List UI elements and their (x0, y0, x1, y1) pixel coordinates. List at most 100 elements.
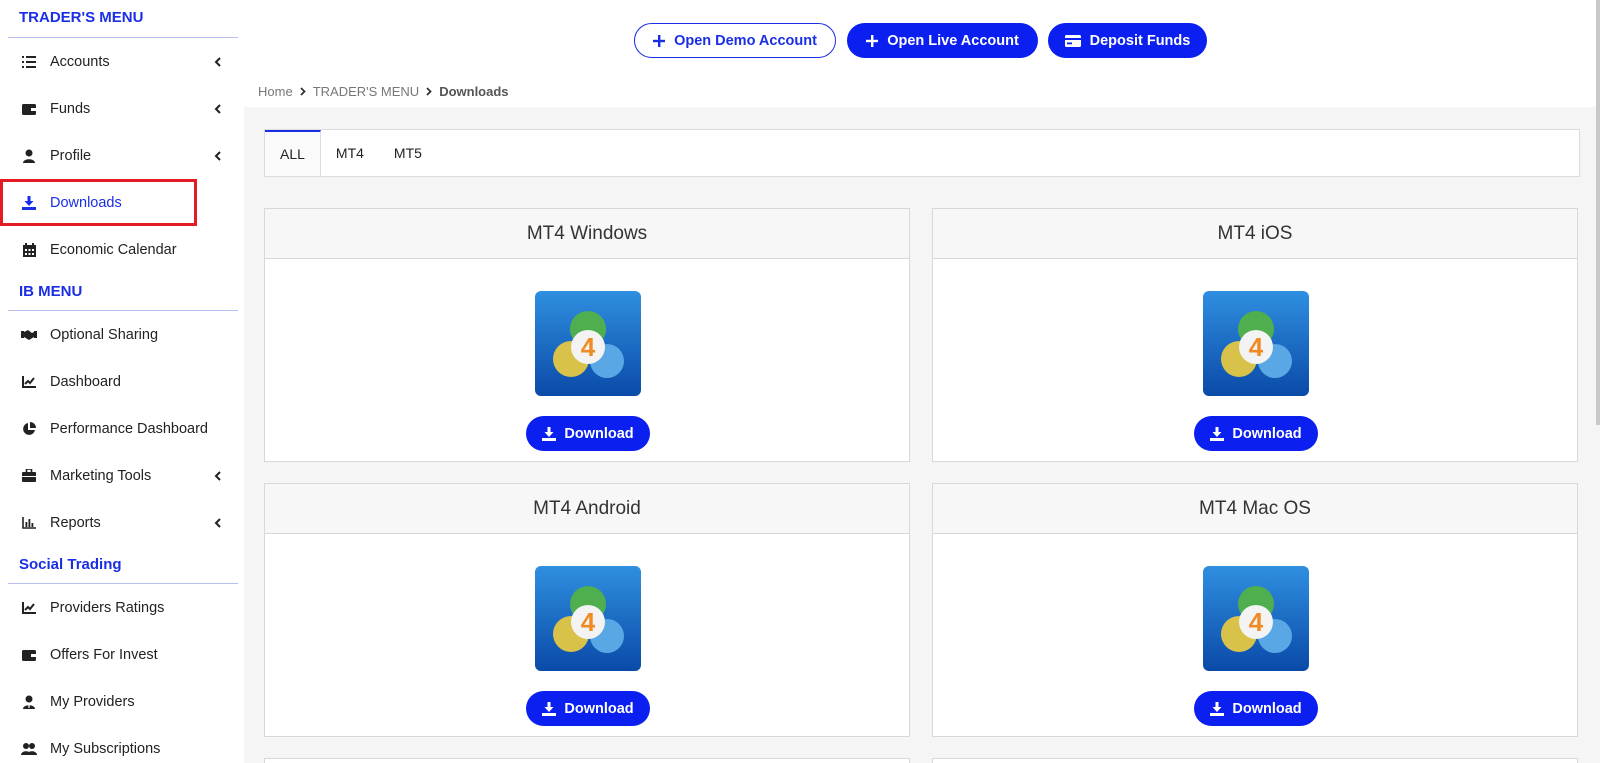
sidebar-item-label: Optional Sharing (50, 326, 159, 343)
platform-tabs: ALL MT4 MT5 (264, 129, 1580, 177)
sidebar-item-offers-for-invest[interactable]: Offers For Invest (0, 631, 244, 678)
sidebar-item-profile[interactable]: Profile (0, 132, 244, 179)
download-card-partial (932, 758, 1578, 763)
credit-card-icon (1064, 34, 1081, 47)
download-label: Download (1232, 700, 1302, 717)
sidebar-item-my-providers[interactable]: My Providers (0, 678, 244, 725)
svg-text:4: 4 (581, 607, 596, 637)
download-card-partial (264, 758, 910, 763)
chevron-left-icon (212, 517, 222, 528)
sidebar-item-accounts[interactable]: Accounts (0, 38, 244, 85)
sidebar-item-performance-dashboard[interactable]: Performance Dashboard (0, 405, 244, 452)
tab-mt4[interactable]: MT4 (321, 130, 379, 176)
scrollbar[interactable] (1596, 0, 1600, 425)
sidebar-item-label: Offers For Invest (50, 646, 158, 663)
download-label: Download (564, 425, 634, 442)
wallet-icon (21, 647, 37, 663)
section-title-traders-menu: TRADER'S MENU (8, 0, 238, 38)
mt4-app-icon: 4 (1203, 566, 1309, 671)
sidebar-item-marketing-tools[interactable]: Marketing Tools (0, 452, 244, 499)
line-chart-icon (21, 600, 37, 616)
chevron-left-icon (212, 150, 222, 161)
download-button[interactable]: Download (526, 691, 650, 726)
tab-all[interactable]: ALL (265, 130, 321, 176)
sidebar-item-label: Dashboard (50, 373, 121, 390)
chevron-right-icon (426, 87, 432, 96)
calendar-icon (21, 242, 37, 258)
open-demo-account-button[interactable]: Open Demo Account (634, 23, 836, 58)
sidebar-item-downloads[interactable]: Downloads (0, 179, 197, 226)
sidebar-item-optional-sharing[interactable]: Optional Sharing (0, 311, 244, 358)
sidebar-item-label: Providers Ratings (50, 599, 165, 616)
sidebar-item-reports[interactable]: Reports (0, 499, 244, 546)
wallet-icon (21, 101, 37, 117)
user-tie-icon (21, 694, 37, 710)
download-button[interactable]: Download (526, 416, 650, 451)
chevron-left-icon (212, 56, 222, 67)
breadcrumb-section[interactable]: TRADER'S MENU (313, 84, 420, 99)
download-icon (1210, 701, 1225, 716)
section-title-ib-menu: IB MENU (8, 273, 238, 311)
handshake-icon (21, 327, 37, 343)
sidebar-item-my-subscriptions[interactable]: My Subscriptions (0, 725, 244, 763)
download-card: MT4 Mac OS 4 Download (932, 483, 1578, 737)
card-title: MT4 iOS (933, 209, 1577, 259)
chevron-right-icon (300, 87, 306, 96)
sidebar-item-label: Reports (50, 514, 101, 531)
chevron-left-icon (212, 103, 222, 114)
sidebar-item-label: My Providers (50, 693, 135, 710)
download-label: Download (1232, 425, 1302, 442)
section-title-social-trading: Social Trading (8, 546, 238, 584)
mt4-app-icon: 4 (1203, 291, 1309, 396)
list-icon (21, 54, 37, 70)
sidebar-item-label: My Subscriptions (50, 740, 161, 757)
sidebar-item-funds[interactable]: Funds (0, 85, 244, 132)
download-button[interactable]: Download (1194, 416, 1318, 451)
open-demo-account-label: Open Demo Account (674, 32, 817, 49)
open-live-account-label: Open Live Account (887, 32, 1019, 49)
sidebar-item-label: Accounts (50, 53, 110, 70)
sidebar-item-label: Performance Dashboard (50, 420, 208, 437)
pie-chart-icon (21, 421, 37, 437)
deposit-funds-button[interactable]: Deposit Funds (1048, 23, 1207, 58)
mt4-app-icon: 4 (535, 566, 641, 671)
users-icon (21, 741, 37, 757)
card-title: MT4 Mac OS (933, 484, 1577, 534)
download-icon (542, 426, 557, 441)
download-icon (21, 195, 37, 211)
svg-text:4: 4 (1249, 607, 1264, 637)
card-title: MT4 Windows (265, 209, 909, 259)
sidebar-item-economic-calendar[interactable]: Economic Calendar (0, 226, 244, 273)
download-card: MT4 Windows 4 Download (264, 208, 910, 462)
sidebar-item-dashboard[interactable]: Dashboard (0, 358, 244, 405)
sidebar-item-label: Funds (50, 100, 91, 117)
user-icon (21, 148, 37, 164)
sidebar: TRADER'S MENU Accounts Funds Profile Dow… (0, 0, 244, 763)
svg-text:4: 4 (581, 332, 596, 362)
briefcase-icon (21, 468, 37, 484)
sidebar-item-providers-ratings[interactable]: Providers Ratings (0, 584, 244, 631)
card-title: MT4 Android (265, 484, 909, 534)
download-icon (1210, 426, 1225, 441)
mt4-app-icon: 4 (535, 291, 641, 396)
breadcrumb-home[interactable]: Home (258, 84, 293, 99)
open-live-account-button[interactable]: Open Live Account (847, 23, 1038, 58)
chevron-left-icon (212, 470, 222, 481)
download-card: MT4 iOS 4 Download (932, 208, 1578, 462)
sidebar-item-label: Marketing Tools (50, 467, 152, 484)
sidebar-item-label: Profile (50, 147, 92, 164)
download-icon (542, 701, 557, 716)
download-label: Download (564, 700, 634, 717)
plus-icon (653, 34, 666, 47)
breadcrumb: Home TRADER'S MENU Downloads (258, 84, 509, 99)
plus-icon (866, 34, 879, 47)
bar-chart-icon (21, 515, 37, 531)
download-button[interactable]: Download (1194, 691, 1318, 726)
download-card: MT4 Android 4 Download (264, 483, 910, 737)
sidebar-item-label: Economic Calendar (50, 241, 177, 258)
line-chart-icon (21, 374, 37, 390)
tab-mt5[interactable]: MT5 (379, 130, 437, 176)
deposit-funds-label: Deposit Funds (1089, 32, 1191, 49)
breadcrumb-current: Downloads (439, 84, 509, 99)
sidebar-item-label: Downloads (50, 194, 122, 211)
